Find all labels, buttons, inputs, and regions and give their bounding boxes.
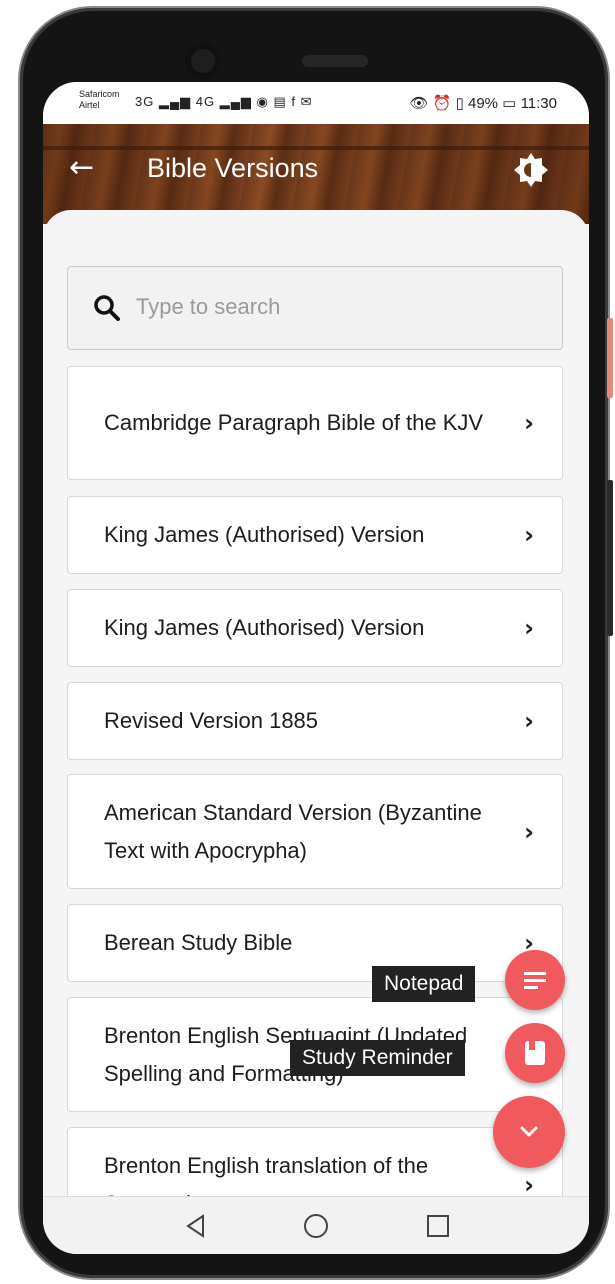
power-button <box>607 480 613 636</box>
version-item[interactable]: King James (Authorised) Version › <box>67 589 563 667</box>
brightness-icon[interactable] <box>513 152 549 188</box>
book-icon <box>525 1041 545 1065</box>
eye-icon: 👁 <box>409 95 429 112</box>
status-right: 👁 ⏰ ▯ 49% ▭ 11:30 <box>409 94 557 112</box>
screen: Safaricom Airtel 3G ▂▄▆ 4G ▂▄▆ ◉ ▤ f ✉ 👁… <box>43 82 589 1254</box>
carrier-airtel: Airtel <box>79 100 100 110</box>
battery-icon: ▭ <box>502 95 517 112</box>
version-label: King James (Authorised) Version <box>104 615 425 640</box>
search-icon <box>94 295 120 321</box>
study-reminder-label: Study Reminder <box>290 1040 465 1076</box>
clock: 11:30 <box>520 95 557 112</box>
chevron-right-icon: › <box>524 409 534 437</box>
carrier-names: Safaricom Airtel <box>79 89 120 111</box>
status-icons-left: 3G ▂▄▆ 4G ▂▄▆ ◉ ▤ f ✉ <box>135 94 313 109</box>
system-nav-bar <box>43 1196 589 1254</box>
back-triangle-icon[interactable] <box>183 1213 209 1239</box>
version-item[interactable]: American Standard Version (Byzantine Tex… <box>67 774 563 889</box>
earpiece-speaker <box>302 55 368 67</box>
version-label: Revised Version 1885 <box>104 708 319 733</box>
notepad-label: Notepad <box>372 966 476 1002</box>
version-label: Brenton English translation of the Septu… <box>104 1152 429 1197</box>
front-camera <box>185 43 221 79</box>
vibrate-icon: ▯ <box>455 95 464 112</box>
version-item[interactable]: Revised Version 1885 › <box>67 682 563 760</box>
version-label: Berean Study Bible <box>104 930 293 955</box>
version-label: Cambridge Paragraph Bible of the KJV <box>104 410 484 435</box>
volume-button <box>607 318 613 398</box>
app-header: ← Bible Versions <box>43 124 589 224</box>
version-item[interactable]: Cambridge Paragraph Bible of the KJV › <box>67 366 563 480</box>
recents-square-icon[interactable] <box>425 1213 451 1239</box>
chevron-right-icon: › <box>524 614 534 642</box>
chevron-right-icon: › <box>524 521 534 549</box>
status-bar: Safaricom Airtel 3G ▂▄▆ 4G ▂▄▆ ◉ ▤ f ✉ 👁… <box>43 82 589 124</box>
page-title: Bible Versions <box>147 153 319 183</box>
notes-icon <box>524 972 546 989</box>
versions-panel: Type to search Cambridge Paragraph Bible… <box>43 210 589 1196</box>
version-item[interactable]: King James (Authorised) Version › <box>67 496 563 574</box>
fab-menu-toggle[interactable] <box>493 1096 565 1168</box>
carrier-safaricom: Safaricom <box>79 89 120 99</box>
alarm-icon: ⏰ <box>432 95 452 112</box>
chevron-down-icon <box>520 1126 538 1137</box>
study-reminder-button[interactable] <box>505 1023 565 1083</box>
search-placeholder: Type to search <box>136 294 281 319</box>
back-arrow-icon[interactable]: ← <box>69 148 94 188</box>
chevron-right-icon: › <box>524 1170 534 1197</box>
home-circle-icon[interactable] <box>303 1213 329 1239</box>
version-item[interactable]: Berean Study Bible › <box>67 904 563 982</box>
chevron-right-icon: › <box>524 707 534 735</box>
notepad-button[interactable] <box>505 950 565 1010</box>
chevron-right-icon: › <box>524 817 534 846</box>
search-input[interactable]: Type to search <box>67 266 563 350</box>
version-item[interactable]: Brenton English translation of the Septu… <box>67 1127 563 1196</box>
version-label: American Standard Version (Byzantine Tex… <box>104 799 482 863</box>
version-label: King James (Authorised) Version <box>104 522 425 547</box>
battery-percent: 49% <box>468 95 499 112</box>
